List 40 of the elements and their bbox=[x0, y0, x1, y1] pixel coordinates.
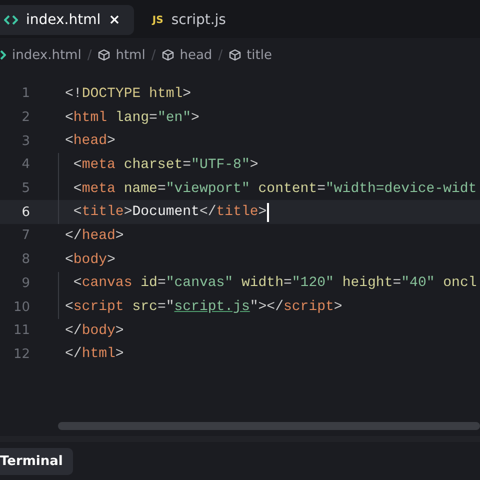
breadcrumb-item[interactable]: head bbox=[162, 48, 212, 62]
close-icon[interactable]: × bbox=[108, 12, 120, 28]
line-number: 11 bbox=[12, 323, 30, 338]
text-cursor bbox=[266, 202, 269, 222]
panel-tab[interactable]: Terminal bbox=[0, 448, 73, 474]
js-icon: JS bbox=[152, 14, 164, 26]
line-number: 8 bbox=[20, 252, 30, 268]
breadcrumb-item[interactable]: index.html bbox=[0, 48, 82, 62]
line-number: 5 bbox=[20, 181, 30, 196]
breadcrumb-item[interactable]: title bbox=[228, 48, 272, 62]
breadcrumb-separator: / bbox=[218, 48, 223, 62]
line-number: 6 bbox=[20, 204, 30, 220]
code-line: 10 <script src="script.js"></script> bbox=[0, 295, 480, 319]
file-tab[interactable]: JS script.js bbox=[138, 5, 240, 35]
code-line: 9 <canvas id="canvas" width="120" height="40" oncl bbox=[0, 272, 480, 296]
code-line: 8 <body> bbox=[0, 248, 480, 272]
line-number: 4 bbox=[20, 157, 30, 172]
code-line: 3 <head> bbox=[0, 129, 480, 154]
code-line: 11 </body> bbox=[0, 318, 480, 343]
line-number: 9 bbox=[20, 276, 30, 291]
breadcrumb-separator: / bbox=[87, 48, 92, 62]
line-number: 2 bbox=[20, 110, 30, 126]
horizontal-scrollbar[interactable] bbox=[58, 422, 480, 430]
code-line: 1 <!DOCTYPE html> bbox=[0, 82, 480, 106]
line-number: 1 bbox=[20, 86, 30, 102]
cube-icon bbox=[98, 49, 110, 61]
line-number: 7 bbox=[20, 228, 30, 244]
breadcrumb-item[interactable]: html bbox=[98, 48, 146, 62]
code-line: 7 </head> bbox=[0, 224, 480, 248]
code-icon bbox=[4, 14, 18, 26]
cube-icon bbox=[228, 49, 241, 61]
line-number: 10 bbox=[12, 300, 30, 315]
line-number: 3 bbox=[20, 134, 30, 149]
cube-icon bbox=[162, 49, 174, 61]
file-tab[interactable]: index.html × bbox=[0, 5, 134, 35]
code-line: 2 <html lang="en"> bbox=[0, 106, 480, 130]
code-line: 4 <meta charset="UTF-8"> bbox=[0, 153, 480, 177]
breadcrumb-separator: / bbox=[151, 48, 156, 62]
code-line: 12 </html> bbox=[0, 342, 480, 366]
line-number: 12 bbox=[12, 346, 30, 362]
